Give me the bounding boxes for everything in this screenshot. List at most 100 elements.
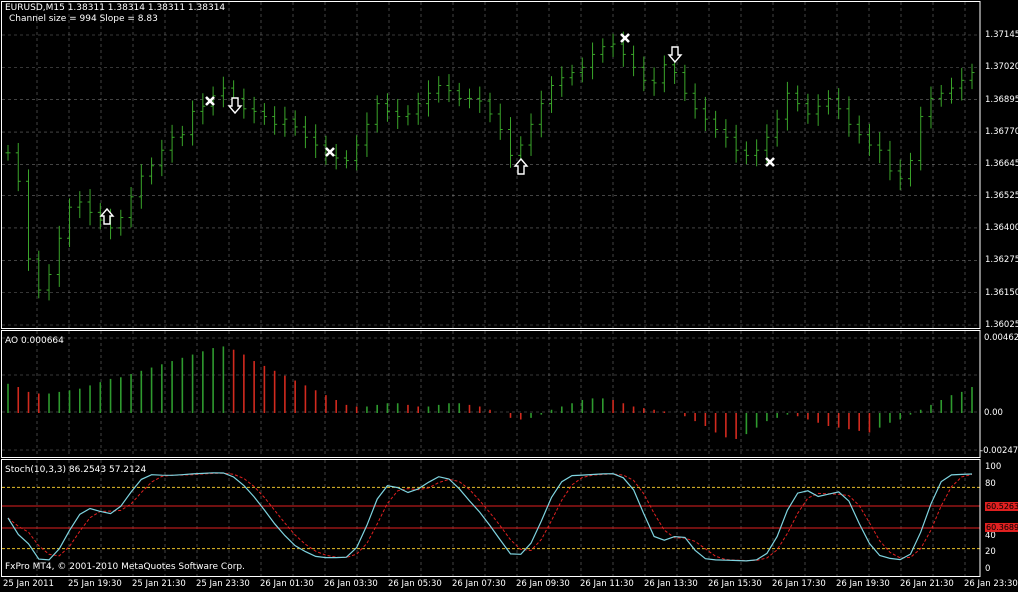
price-bar bbox=[67, 198, 73, 248]
price-bar bbox=[364, 112, 370, 157]
price-bar bbox=[907, 152, 913, 187]
time-axis-label: 26 Jan 13:30 bbox=[644, 579, 698, 589]
price-bar bbox=[200, 93, 206, 125]
stoch-scale-100: 100 bbox=[985, 462, 1002, 472]
price-bar bbox=[959, 67, 965, 101]
stoch-signal-line bbox=[7, 472, 973, 562]
time-axis-label: 26 Jan 19:30 bbox=[836, 579, 890, 589]
time-axis-label: 26 Jan 21:30 bbox=[900, 579, 954, 589]
price-bar bbox=[179, 125, 185, 147]
symbol-info: EURUSD,M15 1.38311 1.38314 1.38311 1.383… bbox=[5, 3, 226, 13]
copyright-text: FxPro MT4, © 2001-2010 MetaQuotes Softwa… bbox=[5, 562, 245, 572]
price-bar bbox=[26, 169, 32, 271]
price-scale-label: 1.36895 bbox=[985, 94, 1018, 105]
price-bar bbox=[395, 98, 401, 129]
price-bar bbox=[487, 92, 493, 123]
ao-scale-bottom: -0.00247 bbox=[980, 446, 1018, 456]
ao-histogram bbox=[7, 346, 973, 439]
price-bar bbox=[118, 209, 124, 236]
price-bar bbox=[723, 119, 729, 148]
chart-grid bbox=[2, 2, 980, 576]
price-bar bbox=[220, 76, 226, 108]
price-bar bbox=[508, 117, 514, 168]
time-axis-label: 26 Jan 03:30 bbox=[324, 579, 378, 589]
price-bar bbox=[241, 88, 247, 119]
price-bar bbox=[713, 110, 719, 138]
exit-cross-icon bbox=[620, 33, 630, 43]
stoch-scale-40: 40 bbox=[985, 531, 996, 541]
price-bar bbox=[825, 90, 831, 115]
price-bar bbox=[313, 124, 319, 158]
time-axis-label: 26 Jan 01:30 bbox=[260, 579, 314, 589]
time-axis-label: 26 Jan 23:30 bbox=[964, 579, 1018, 589]
price-bar bbox=[569, 64, 575, 86]
stoch-scale-0: 0 bbox=[985, 564, 991, 574]
price-bar bbox=[805, 93, 811, 124]
price-bar bbox=[190, 100, 196, 146]
price-bar bbox=[938, 84, 944, 107]
stoch-level-box-2: 60.3689 bbox=[985, 523, 1018, 532]
stoch-main-line bbox=[7, 472, 973, 562]
buy-arrow-icon bbox=[99, 207, 115, 225]
ao-scale-zero: 0.00 bbox=[984, 408, 1003, 418]
price-bar bbox=[343, 150, 349, 169]
price-bar bbox=[405, 105, 411, 126]
price-bar bbox=[661, 55, 667, 93]
price-bar bbox=[15, 142, 21, 192]
price-bar bbox=[784, 81, 790, 131]
time-axis-label: 26 Jan 11:30 bbox=[580, 579, 634, 589]
stoch-label: Stoch(10,3,3) 86.2543 57.2124 bbox=[5, 465, 147, 475]
price-bar bbox=[887, 140, 893, 181]
price-bar bbox=[651, 67, 657, 96]
price-bar bbox=[436, 76, 442, 103]
price-bar bbox=[46, 264, 52, 301]
time-axis-label: 26 Jan 17:30 bbox=[772, 579, 826, 589]
price-bar bbox=[692, 83, 698, 119]
price-bar bbox=[579, 57, 585, 83]
price-bar bbox=[528, 113, 534, 156]
time-axis-label: 26 Jan 15:30 bbox=[708, 579, 762, 589]
price-bar bbox=[918, 106, 924, 171]
price-bar bbox=[251, 96, 257, 124]
price-bar bbox=[549, 76, 555, 113]
price-bar bbox=[425, 80, 431, 117]
time-axis-label: 26 Jan 05:30 bbox=[388, 579, 442, 589]
main-pane-border bbox=[1, 1, 981, 329]
price-scale-label: 1.36275 bbox=[985, 255, 1018, 266]
trading-chart[interactable] bbox=[0, 0, 1018, 592]
price-bar bbox=[682, 64, 688, 102]
price-bar bbox=[590, 42, 596, 80]
price-bar bbox=[743, 141, 749, 165]
price-bar bbox=[815, 94, 821, 126]
chart-frame bbox=[1, 1, 981, 577]
price-bar bbox=[56, 225, 62, 287]
price-bar bbox=[897, 159, 903, 191]
time-axis-label: 25 Jan 23:30 bbox=[196, 579, 250, 589]
channel-info: Channel size = 994 Slope = 8.83 bbox=[9, 14, 158, 24]
price-bar bbox=[877, 132, 883, 164]
price-bar bbox=[600, 38, 606, 63]
price-bar bbox=[272, 106, 278, 135]
price-bar bbox=[733, 124, 739, 163]
price-bar bbox=[846, 96, 852, 137]
ao-pane-border bbox=[1, 330, 981, 458]
stoch-scale-80: 80 bbox=[985, 479, 996, 489]
price-bar bbox=[559, 66, 565, 97]
time-axis-label: 25 Jan 21:30 bbox=[132, 579, 186, 589]
price-bar bbox=[631, 45, 637, 77]
price-bar bbox=[138, 164, 144, 209]
price-bar bbox=[497, 103, 503, 140]
sell-arrow-icon bbox=[667, 46, 683, 64]
price-scale-label: 1.36525 bbox=[985, 190, 1018, 201]
stochastic-lines bbox=[2, 472, 980, 562]
price-bar bbox=[77, 191, 83, 219]
price-bar bbox=[795, 85, 801, 112]
time-axis-label: 26 Jan 09:30 bbox=[516, 579, 570, 589]
exit-cross-icon bbox=[325, 147, 335, 157]
price-bar bbox=[856, 115, 862, 144]
price-scale-label: 1.36645 bbox=[985, 159, 1018, 170]
price-bar bbox=[261, 103, 267, 125]
price-bar bbox=[374, 95, 380, 133]
price-scale-label: 1.37020 bbox=[985, 62, 1018, 73]
price-bar bbox=[538, 90, 544, 138]
